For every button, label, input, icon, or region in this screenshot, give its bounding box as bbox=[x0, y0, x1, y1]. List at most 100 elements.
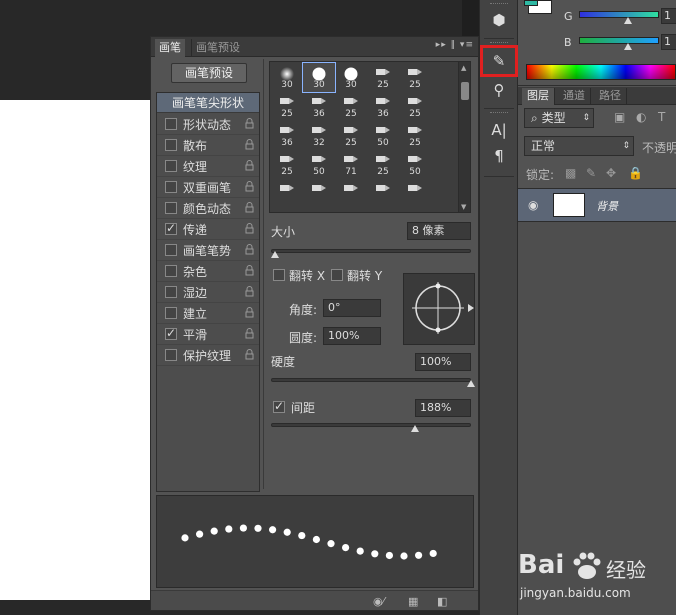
toolbar-grip[interactable] bbox=[490, 112, 508, 114]
brush-tip-cell[interactable]: 25 bbox=[335, 121, 367, 150]
tab-brush[interactable]: 画笔 bbox=[155, 39, 185, 57]
lock-icon[interactable] bbox=[245, 223, 254, 234]
size-field[interactable]: 8 像素 bbox=[407, 222, 471, 240]
scroll-thumb[interactable] bbox=[461, 82, 469, 100]
brush-tip-cell[interactable] bbox=[367, 179, 399, 208]
b-value-field[interactable]: 1 bbox=[661, 34, 676, 50]
brush-tip-cell[interactable]: 25 bbox=[335, 92, 367, 121]
lock-icon[interactable] bbox=[245, 328, 254, 339]
visibility-eye-icon[interactable]: ◉ bbox=[528, 198, 538, 212]
brush-option-row[interactable]: 湿边 bbox=[157, 282, 259, 303]
size-slider-thumb[interactable] bbox=[271, 251, 279, 258]
brush-option-row[interactable]: 画笔笔势 bbox=[157, 240, 259, 261]
brush-tip-cell[interactable]: 30 bbox=[302, 62, 336, 93]
brush-option-checkbox[interactable] bbox=[165, 202, 177, 214]
lock-paint-icon[interactable]: ✎ bbox=[586, 166, 596, 180]
size-slider-track[interactable] bbox=[271, 249, 471, 253]
brush-option-row[interactable]: 传递 bbox=[157, 219, 259, 240]
brush-tip-cell[interactable]: 50 bbox=[303, 150, 335, 179]
spacing-field[interactable]: 188% bbox=[415, 399, 471, 417]
brush-option-row[interactable]: 颜色动态 bbox=[157, 198, 259, 219]
layer-name[interactable]: 背景 bbox=[596, 198, 618, 214]
brush-tip-cell[interactable]: 30 bbox=[271, 63, 303, 92]
brush-tip-cell[interactable]: 36 bbox=[271, 121, 303, 150]
spacing-checkbox[interactable] bbox=[273, 399, 285, 413]
brush-tip-cell[interactable]: 25 bbox=[399, 63, 431, 92]
lock-icon[interactable] bbox=[245, 202, 254, 213]
tab-channels[interactable]: 通道 bbox=[558, 88, 591, 105]
brush-option-row[interactable]: 平滑 bbox=[157, 324, 259, 345]
flip-x-checkbox[interactable] bbox=[273, 269, 285, 281]
brush-tip-cell[interactable] bbox=[303, 179, 335, 208]
brush-tip-cell[interactable] bbox=[399, 179, 431, 208]
brush-tip-cell[interactable]: 36 bbox=[367, 92, 399, 121]
hardness-slider-thumb[interactable] bbox=[467, 380, 475, 387]
filter-type-icon[interactable]: T bbox=[658, 110, 665, 124]
brush-option-checkbox[interactable] bbox=[165, 244, 177, 256]
brush-presets-button[interactable]: 画笔预设 bbox=[171, 63, 247, 83]
brush-option-checkbox[interactable] bbox=[165, 286, 177, 298]
document-canvas[interactable] bbox=[0, 100, 150, 600]
brush-option-checkbox[interactable] bbox=[165, 160, 177, 172]
filter-image-icon[interactable]: ▣ bbox=[614, 110, 625, 124]
hardness-slider-track[interactable] bbox=[271, 378, 471, 382]
b-slider-thumb[interactable] bbox=[624, 43, 632, 50]
g-slider-thumb[interactable] bbox=[624, 17, 632, 24]
brush-option-checkbox[interactable] bbox=[165, 139, 177, 151]
brush-tip-cell[interactable]: 32 bbox=[303, 121, 335, 150]
lock-icon[interactable] bbox=[245, 244, 254, 255]
lock-icon[interactable] bbox=[245, 181, 254, 192]
brush-tip-cell[interactable]: 25 bbox=[367, 150, 399, 179]
paragraph-icon[interactable]: ¶ bbox=[489, 146, 509, 166]
brush-tip-cell[interactable]: 71 bbox=[335, 150, 367, 179]
brush-option-checkbox[interactable] bbox=[165, 265, 177, 277]
brush-option-row[interactable]: 纹理 bbox=[157, 156, 259, 177]
brush-option-row[interactable]: 形状动态 bbox=[157, 114, 259, 135]
lock-icon[interactable] bbox=[245, 349, 254, 360]
blend-mode-dropdown[interactable]: 正常 ⇕ bbox=[524, 136, 634, 156]
g-channel-slider[interactable] bbox=[579, 11, 659, 18]
scroll-down-icon[interactable]: ▼ bbox=[461, 203, 466, 211]
tab-layers[interactable]: 图层 bbox=[522, 88, 555, 105]
tab-brush-presets[interactable]: 画笔预设 bbox=[191, 39, 244, 57]
lock-move-icon[interactable]: ✥ bbox=[606, 166, 616, 180]
angle-field[interactable]: 0° bbox=[323, 299, 381, 317]
b-channel-slider[interactable] bbox=[579, 37, 659, 44]
brush-tip-cell[interactable] bbox=[335, 179, 367, 208]
brush-tip-cell[interactable]: 30 bbox=[335, 63, 367, 92]
tab-paths[interactable]: 路径 bbox=[594, 88, 627, 105]
roundness-field[interactable]: 100% bbox=[323, 327, 381, 345]
g-value-field[interactable]: 1 bbox=[661, 8, 676, 24]
brush-option-checkbox[interactable] bbox=[165, 118, 177, 130]
brush-option-checkbox[interactable] bbox=[165, 326, 177, 340]
brush-tip-cell[interactable]: 25 bbox=[367, 63, 399, 92]
brush-option-row[interactable]: 散布 bbox=[157, 135, 259, 156]
3d-cube-icon[interactable]: ⬢ bbox=[489, 10, 509, 30]
lock-all-icon[interactable]: 🔒 bbox=[628, 166, 643, 180]
panel-menu-controls[interactable]: ▸▸ ‖ ▾≡ bbox=[436, 40, 474, 50]
tip-grid-scrollbar[interactable]: ▲ ▼ bbox=[458, 62, 470, 212]
lock-transparent-icon[interactable]: ▩ bbox=[565, 166, 576, 180]
hardness-field[interactable]: 100% bbox=[415, 353, 471, 371]
toggle-preview-icon[interactable]: ◉⁄ bbox=[373, 595, 384, 608]
scroll-up-icon[interactable]: ▲ bbox=[461, 64, 466, 72]
layer-row-background[interactable]: ◉ 背景 bbox=[518, 188, 676, 222]
filter-adjust-icon[interactable]: ◐ bbox=[636, 110, 646, 124]
brush-tip-cell[interactable]: 36 bbox=[303, 92, 335, 121]
brush-tip-grid[interactable]: 30 30 30 25 25 25 36 25 36 25 36 32 25 50 25 25 50 71 25 50… bbox=[269, 61, 471, 213]
foreground-color-swatch[interactable] bbox=[524, 0, 538, 6]
flip-y-checkbox[interactable] bbox=[331, 269, 343, 281]
lock-icon[interactable] bbox=[245, 160, 254, 171]
brush-tip-cell[interactable]: 25 bbox=[271, 92, 303, 121]
lock-icon[interactable] bbox=[245, 307, 254, 318]
brush-option-row[interactable]: 保护纹理 bbox=[157, 345, 259, 366]
brush-tip-cell[interactable] bbox=[271, 179, 303, 208]
brush-tip-cell[interactable]: 25 bbox=[271, 150, 303, 179]
clone-source-icon[interactable]: ⚲ bbox=[489, 80, 509, 100]
lock-icon[interactable] bbox=[245, 265, 254, 276]
brush-tip-cell[interactable]: 50 bbox=[367, 121, 399, 150]
color-spectrum-bar[interactable] bbox=[526, 64, 676, 80]
lock-icon[interactable] bbox=[245, 139, 254, 150]
brush-option-row[interactable]: 建立 bbox=[157, 303, 259, 324]
brush-option-checkbox[interactable] bbox=[165, 349, 177, 361]
